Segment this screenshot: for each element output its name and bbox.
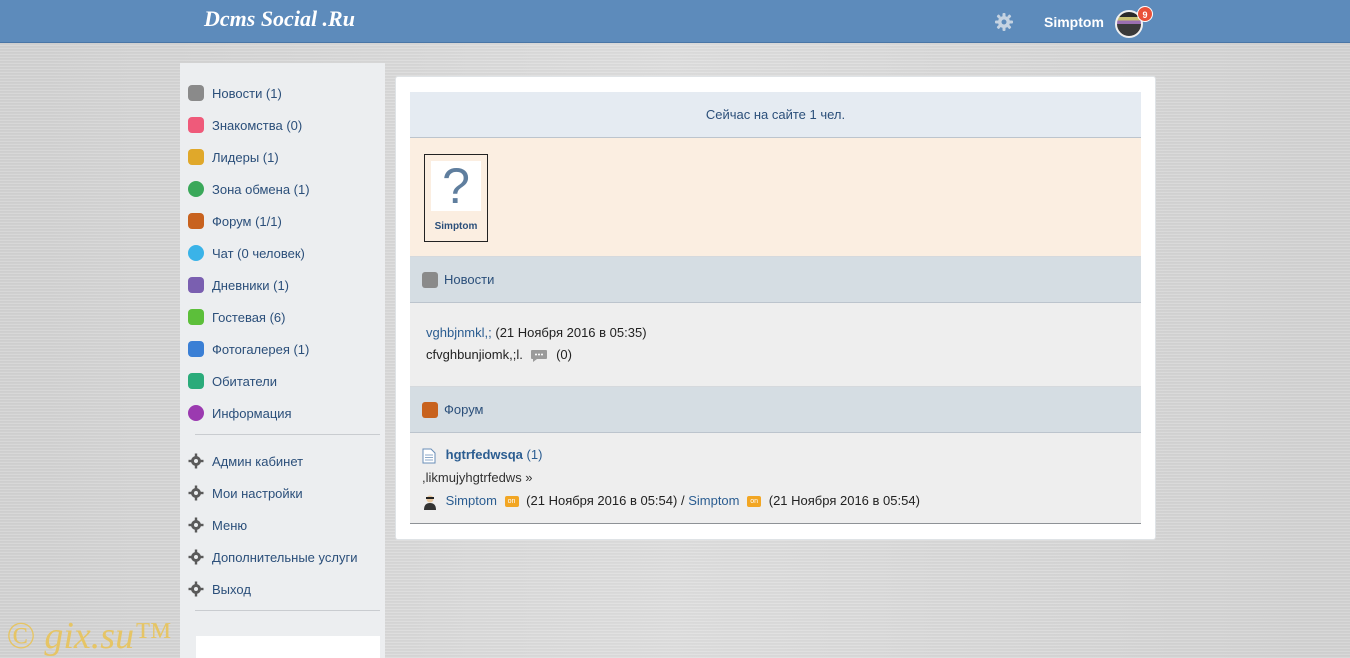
sidebar-item-label: Дневники (1) xyxy=(212,277,290,293)
forum-topic-header: hgtrfedwsqa (1) xyxy=(422,447,542,464)
sidebar-item-label: Форум (1/1) xyxy=(212,213,282,229)
pencil-icon xyxy=(422,401,438,418)
online-user-name[interactable]: Simptom xyxy=(425,221,487,232)
sidebar-item-label: Знакомства (0) xyxy=(212,117,303,133)
sidebar-item-logout[interactable]: Выход xyxy=(180,573,385,605)
pencil-icon xyxy=(188,213,204,229)
sidebar-item-label: Дополнительные услуги xyxy=(212,549,358,565)
news-item-date: (21 Ноября 2016 в 05:35) xyxy=(495,325,647,340)
comment-icon[interactable] xyxy=(530,349,548,363)
gear-icon xyxy=(188,549,204,565)
sidebar-item-leaders[interactable]: Лидеры (1) xyxy=(180,141,385,173)
sidebar-item-chat[interactable]: Чат (0 человек) xyxy=(180,237,385,269)
sidebar-item-label: Выход xyxy=(212,581,251,597)
news-item-comments: (0) xyxy=(556,347,572,362)
sidebar-item-label: Новости (1) xyxy=(212,85,282,101)
sidebar-item-menu[interactable]: Меню xyxy=(180,509,385,541)
help-icon xyxy=(188,405,204,421)
gear-icon xyxy=(188,581,204,597)
online-users-title[interactable]: Сейчас на сайте 1 чел. xyxy=(410,92,1141,138)
site-logo[interactable]: Dcms Social .Ru xyxy=(204,6,355,32)
sidebar-item-gallery[interactable]: Фотогалерея (1) xyxy=(180,333,385,365)
gear-icon xyxy=(188,517,204,533)
news-section-header[interactable]: Новости xyxy=(410,257,1141,303)
forum-topic-created: (21 Ноября 2016 в 05:54) xyxy=(526,493,678,508)
sidebar-item-label: Зона обмена (1) xyxy=(212,181,310,197)
document-icon xyxy=(422,448,436,464)
sidebar-item-label: Обитатели xyxy=(212,373,278,389)
diary-icon xyxy=(188,277,204,293)
watermark: © gix.su™ xyxy=(6,615,172,657)
sidebar-ad-block xyxy=(196,636,380,658)
gear-icon[interactable] xyxy=(994,12,1014,32)
sidebar-item-label: Чат (0 человек) xyxy=(212,245,305,261)
sidebar-item-dating[interactable]: Знакомства (0) xyxy=(180,109,385,141)
news-section-title: Новости xyxy=(444,272,495,287)
sidebar-item-forum[interactable]: Форум (1/1) xyxy=(180,205,385,237)
sidebar-item-admin[interactable]: Админ кабинет xyxy=(180,445,385,477)
news-item-header: vghbjnmkl,; (21 Ноября 2016 в 05:35) xyxy=(426,325,647,340)
sidebar-item-extra-services[interactable]: Дополнительные услуги xyxy=(180,541,385,573)
forum-section-body: hgtrfedwsqa (1) ,likmujyhgtrfedws » Simp… xyxy=(410,433,1141,524)
forum-topic-count: (1) xyxy=(526,447,543,462)
chat-icon xyxy=(188,245,204,261)
forum-topic-link[interactable]: hgtrfedwsqa xyxy=(446,447,523,462)
trophy-icon xyxy=(188,149,204,165)
news-item-body: cfvghbunjiomk,;l. (0) xyxy=(426,347,572,363)
camera-icon xyxy=(188,341,204,357)
sidebar-item-my-settings[interactable]: Мои настройки xyxy=(180,477,385,509)
sidebar-item-guestbook[interactable]: Гостевая (6) xyxy=(180,301,385,333)
user-avatar-icon xyxy=(424,495,436,510)
news-icon xyxy=(188,85,204,101)
online-user-card[interactable]: ? Simptom xyxy=(424,154,488,242)
news-section-body: vghbjnmkl,; (21 Ноября 2016 в 05:35) cfv… xyxy=(410,303,1141,387)
sidebar-item-label: Лидеры (1) xyxy=(212,149,279,165)
sidebar-divider xyxy=(195,434,380,435)
sidebar-item-label: Админ кабинет xyxy=(212,453,304,469)
notification-badge[interactable]: 9 xyxy=(1137,6,1153,22)
forum-topic-author[interactable]: Simptom xyxy=(446,493,497,508)
forum-section-title: Форум xyxy=(444,402,484,417)
sidebar-item-label: Меню xyxy=(212,517,248,533)
sidebar-item-label: Фотогалерея (1) xyxy=(212,341,310,357)
users-icon xyxy=(188,373,204,389)
online-users-list: ? Simptom xyxy=(410,138,1141,257)
online-status-icon: on xyxy=(504,496,519,508)
news-item-text: cfvghbunjiomk,;l. xyxy=(426,347,523,362)
sidebar-item-diaries[interactable]: Дневники (1) xyxy=(180,269,385,301)
sidebar-divider xyxy=(195,610,380,611)
online-status-icon: on xyxy=(747,496,762,508)
sidebar-item-exchange[interactable]: Зона обмена (1) xyxy=(180,173,385,205)
top-navbar: Dcms Social .Ru Simptom 9 xyxy=(0,0,1350,43)
guestbook-icon xyxy=(188,309,204,325)
sidebar-item-label: Мои настройки xyxy=(212,485,303,501)
default-avatar-icon: ? xyxy=(431,161,481,211)
sidebar-item-news[interactable]: Новости (1) xyxy=(180,77,385,109)
news-item-link[interactable]: vghbjnmkl,; xyxy=(426,325,492,340)
main-content: Сейчас на сайте 1 чел. ? Simptom Новости… xyxy=(395,76,1156,540)
sidebar-item-info[interactable]: Информация xyxy=(180,397,385,429)
sidebar-item-residents[interactable]: Обитатели xyxy=(180,365,385,397)
header-username[interactable]: Simptom xyxy=(1044,14,1104,30)
forum-last-author[interactable]: Simptom xyxy=(688,493,739,508)
forum-topic-text: ,likmujyhgtrfedws » xyxy=(422,470,533,485)
forum-last-date: (21 Ноября 2016 в 05:54) xyxy=(768,493,920,508)
gear-icon xyxy=(188,485,204,501)
sidebar: Новости (1) Знакомства (0) Лидеры (1) Зо… xyxy=(180,63,385,658)
sidebar-item-label: Гостевая (6) xyxy=(212,309,286,325)
forum-meta-separator: / xyxy=(680,493,685,508)
news-icon xyxy=(422,271,438,288)
forum-section-header[interactable]: Форум xyxy=(410,387,1141,433)
exchange-icon xyxy=(188,181,204,197)
heart-icon xyxy=(188,117,204,133)
gear-icon xyxy=(188,453,204,469)
sidebar-item-label: Информация xyxy=(212,405,292,421)
forum-topic-meta: Simptom on (21 Ноября 2016 в 05:54) / Si… xyxy=(422,493,920,510)
